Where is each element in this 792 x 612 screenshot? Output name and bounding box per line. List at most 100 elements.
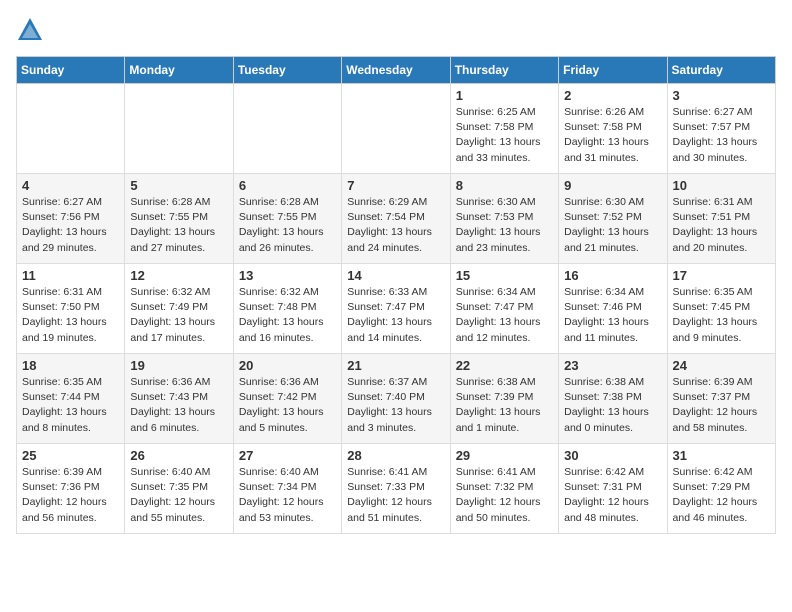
day-info: Sunrise: 6:27 AM Sunset: 7:57 PM Dayligh…	[673, 105, 770, 166]
day-info: Sunrise: 6:27 AM Sunset: 7:56 PM Dayligh…	[22, 195, 119, 256]
calendar-cell	[233, 84, 341, 174]
calendar-cell: 30 Sunrise: 6:42 AM Sunset: 7:31 PM Dayli…	[559, 444, 667, 534]
calendar-cell: 27 Sunrise: 6:40 AM Sunset: 7:34 PM Dayli…	[233, 444, 341, 534]
weekday-header-saturday: Saturday	[667, 57, 775, 84]
day-number: 3	[673, 88, 770, 103]
day-number: 27	[239, 448, 336, 463]
day-info: Sunrise: 6:41 AM Sunset: 7:33 PM Dayligh…	[347, 465, 444, 526]
day-number: 28	[347, 448, 444, 463]
day-number: 9	[564, 178, 661, 193]
day-info: Sunrise: 6:35 AM Sunset: 7:44 PM Dayligh…	[22, 375, 119, 436]
day-info: Sunrise: 6:25 AM Sunset: 7:58 PM Dayligh…	[456, 105, 553, 166]
calendar-cell: 2Sunrise: 6:26 AM Sunset: 7:58 PM Daylig…	[559, 84, 667, 174]
day-number: 21	[347, 358, 444, 373]
calendar-cell: 9 Sunrise: 6:30 AM Sunset: 7:52 PM Daylig…	[559, 174, 667, 264]
calendar-cell: 18 Sunrise: 6:35 AM Sunset: 7:44 PM Dayli…	[17, 354, 125, 444]
logo-icon	[16, 16, 44, 44]
calendar-cell: 17 Sunrise: 6:35 AM Sunset: 7:45 PM Dayli…	[667, 264, 775, 354]
day-info: Sunrise: 6:36 AM Sunset: 7:43 PM Dayligh…	[130, 375, 227, 436]
day-info: Sunrise: 6:35 AM Sunset: 7:45 PM Dayligh…	[673, 285, 770, 346]
day-number: 15	[456, 268, 553, 283]
day-number: 18	[22, 358, 119, 373]
weekday-header-friday: Friday	[559, 57, 667, 84]
day-info: Sunrise: 6:33 AM Sunset: 7:47 PM Dayligh…	[347, 285, 444, 346]
week-row-4: 18 Sunrise: 6:35 AM Sunset: 7:44 PM Dayli…	[17, 354, 776, 444]
day-info: Sunrise: 6:26 AM Sunset: 7:58 PM Dayligh…	[564, 105, 661, 166]
day-info: Sunrise: 6:31 AM Sunset: 7:50 PM Dayligh…	[22, 285, 119, 346]
day-number: 5	[130, 178, 227, 193]
day-info: Sunrise: 6:34 AM Sunset: 7:47 PM Dayligh…	[456, 285, 553, 346]
day-info: Sunrise: 6:32 AM Sunset: 7:49 PM Dayligh…	[130, 285, 227, 346]
day-number: 14	[347, 268, 444, 283]
day-number: 29	[456, 448, 553, 463]
weekday-header-monday: Monday	[125, 57, 233, 84]
page-header	[16, 16, 776, 44]
calendar-cell: 3 Sunrise: 6:27 AM Sunset: 7:57 PM Daylig…	[667, 84, 775, 174]
day-number: 19	[130, 358, 227, 373]
day-info: Sunrise: 6:36 AM Sunset: 7:42 PM Dayligh…	[239, 375, 336, 436]
calendar-cell: 21 Sunrise: 6:37 AM Sunset: 7:40 PM Dayli…	[342, 354, 450, 444]
day-number: 20	[239, 358, 336, 373]
day-info: Sunrise: 6:37 AM Sunset: 7:40 PM Dayligh…	[347, 375, 444, 436]
day-number: 10	[673, 178, 770, 193]
day-info: Sunrise: 6:39 AM Sunset: 7:36 PM Dayligh…	[22, 465, 119, 526]
day-info: Sunrise: 6:28 AM Sunset: 7:55 PM Dayligh…	[239, 195, 336, 256]
week-row-2: 4 Sunrise: 6:27 AM Sunset: 7:56 PM Daylig…	[17, 174, 776, 264]
calendar-cell	[17, 84, 125, 174]
day-number: 8	[456, 178, 553, 193]
day-info: Sunrise: 6:31 AM Sunset: 7:51 PM Dayligh…	[673, 195, 770, 256]
day-info: Sunrise: 6:34 AM Sunset: 7:46 PM Dayligh…	[564, 285, 661, 346]
day-info: Sunrise: 6:38 AM Sunset: 7:39 PM Dayligh…	[456, 375, 553, 436]
logo	[16, 16, 48, 44]
calendar-cell	[125, 84, 233, 174]
day-info: Sunrise: 6:29 AM Sunset: 7:54 PM Dayligh…	[347, 195, 444, 256]
calendar-cell: 11 Sunrise: 6:31 AM Sunset: 7:50 PM Dayli…	[17, 264, 125, 354]
calendar-cell: 13Sunrise: 6:32 AM Sunset: 7:48 PM Dayli…	[233, 264, 341, 354]
day-info: Sunrise: 6:42 AM Sunset: 7:31 PM Dayligh…	[564, 465, 661, 526]
weekday-header-wednesday: Wednesday	[342, 57, 450, 84]
day-info: Sunrise: 6:30 AM Sunset: 7:53 PM Dayligh…	[456, 195, 553, 256]
day-info: Sunrise: 6:30 AM Sunset: 7:52 PM Dayligh…	[564, 195, 661, 256]
day-number: 22	[456, 358, 553, 373]
day-number: 31	[673, 448, 770, 463]
day-number: 12	[130, 268, 227, 283]
calendar-cell: 20 Sunrise: 6:36 AM Sunset: 7:42 PM Dayli…	[233, 354, 341, 444]
calendar-cell: 24 Sunrise: 6:39 AM Sunset: 7:37 PM Dayli…	[667, 354, 775, 444]
calendar-cell: 19 Sunrise: 6:36 AM Sunset: 7:43 PM Dayli…	[125, 354, 233, 444]
day-info: Sunrise: 6:41 AM Sunset: 7:32 PM Dayligh…	[456, 465, 553, 526]
week-row-5: 25Sunrise: 6:39 AM Sunset: 7:36 PM Dayli…	[17, 444, 776, 534]
day-info: Sunrise: 6:39 AM Sunset: 7:37 PM Dayligh…	[673, 375, 770, 436]
day-number: 4	[22, 178, 119, 193]
calendar-cell: 31 Sunrise: 6:42 AM Sunset: 7:29 PM Dayli…	[667, 444, 775, 534]
calendar-cell: 12 Sunrise: 6:32 AM Sunset: 7:49 PM Dayli…	[125, 264, 233, 354]
calendar-cell: 10 Sunrise: 6:31 AM Sunset: 7:51 PM Dayli…	[667, 174, 775, 264]
calendar-cell: 26Sunrise: 6:40 AM Sunset: 7:35 PM Dayli…	[125, 444, 233, 534]
weekday-header-tuesday: Tuesday	[233, 57, 341, 84]
day-number: 30	[564, 448, 661, 463]
calendar-cell: 16Sunrise: 6:34 AM Sunset: 7:46 PM Dayli…	[559, 264, 667, 354]
day-info: Sunrise: 6:42 AM Sunset: 7:29 PM Dayligh…	[673, 465, 770, 526]
day-info: Sunrise: 6:40 AM Sunset: 7:34 PM Dayligh…	[239, 465, 336, 526]
day-number: 11	[22, 268, 119, 283]
calendar-cell: 8 Sunrise: 6:30 AM Sunset: 7:53 PM Daylig…	[450, 174, 558, 264]
calendar-cell: 23Sunrise: 6:38 AM Sunset: 7:38 PM Dayli…	[559, 354, 667, 444]
calendar-cell: 15 Sunrise: 6:34 AM Sunset: 7:47 PM Dayli…	[450, 264, 558, 354]
day-info: Sunrise: 6:32 AM Sunset: 7:48 PM Dayligh…	[239, 285, 336, 346]
calendar-cell	[342, 84, 450, 174]
day-number: 7	[347, 178, 444, 193]
calendar-cell: 29 Sunrise: 6:41 AM Sunset: 7:32 PM Dayli…	[450, 444, 558, 534]
week-row-1: 1 Sunrise: 6:25 AM Sunset: 7:58 PM Daylig…	[17, 84, 776, 174]
day-info: Sunrise: 6:40 AM Sunset: 7:35 PM Dayligh…	[130, 465, 227, 526]
weekday-header-row: SundayMondayTuesdayWednesdayThursdayFrid…	[17, 57, 776, 84]
calendar-cell: 22 Sunrise: 6:38 AM Sunset: 7:39 PM Dayli…	[450, 354, 558, 444]
week-row-3: 11 Sunrise: 6:31 AM Sunset: 7:50 PM Dayli…	[17, 264, 776, 354]
calendar-cell: 25Sunrise: 6:39 AM Sunset: 7:36 PM Dayli…	[17, 444, 125, 534]
day-number: 23	[564, 358, 661, 373]
calendar-cell: 6Sunrise: 6:28 AM Sunset: 7:55 PM Daylig…	[233, 174, 341, 264]
calendar-cell: 14 Sunrise: 6:33 AM Sunset: 7:47 PM Dayli…	[342, 264, 450, 354]
calendar-cell: 28 Sunrise: 6:41 AM Sunset: 7:33 PM Dayli…	[342, 444, 450, 534]
day-number: 1	[456, 88, 553, 103]
day-number: 17	[673, 268, 770, 283]
day-number: 24	[673, 358, 770, 373]
day-info: Sunrise: 6:28 AM Sunset: 7:55 PM Dayligh…	[130, 195, 227, 256]
